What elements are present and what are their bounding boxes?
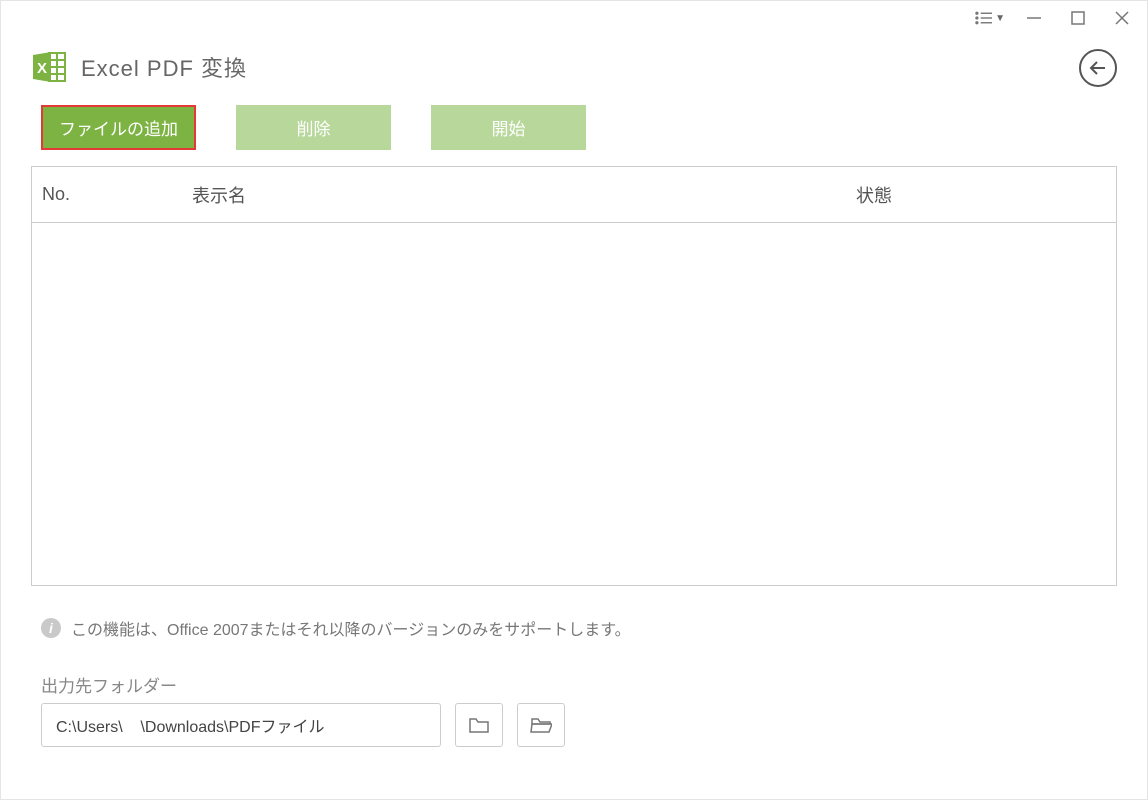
svg-text:X: X [37, 60, 47, 77]
menu-list-icon[interactable]: ▼ [975, 3, 1005, 33]
page-title: Excel PDF 変換 [81, 51, 247, 83]
start-button[interactable]: 開始 [431, 105, 586, 150]
output-folder-label: 出力先フォルダー [41, 672, 1107, 697]
info-text: この機能は、Office 2007またはそれ以降のバージョンのみをサポートします… [71, 616, 631, 640]
add-file-button[interactable]: ファイルの追加 [41, 105, 196, 150]
header: X Excel PDF 変換 [1, 35, 1147, 95]
toolbar: ファイルの追加 削除 開始 [1, 95, 1147, 166]
browse-folder-button[interactable] [455, 703, 503, 747]
titlebar: ▼ [1, 1, 1147, 35]
info-message: i この機能は、Office 2007またはそれ以降のバージョンのみをサポートし… [41, 616, 1107, 640]
col-header-no: No. [32, 184, 192, 205]
output-row [41, 703, 1107, 747]
close-button[interactable] [1107, 3, 1137, 33]
file-table: No. 表示名 状態 [31, 166, 1117, 586]
table-body [32, 223, 1116, 585]
output-path-input[interactable] [41, 703, 441, 747]
info-icon: i [41, 618, 61, 638]
maximize-button[interactable] [1063, 3, 1093, 33]
app-window: ▼ X Excel PDF 変換 ファイルの [0, 0, 1148, 800]
table-header: No. 表示名 状態 [32, 167, 1116, 223]
minimize-button[interactable] [1019, 3, 1049, 33]
col-header-status: 状態 [856, 182, 1116, 208]
col-header-name: 表示名 [192, 182, 856, 208]
back-button[interactable] [1079, 49, 1117, 87]
excel-icon: X [31, 49, 67, 85]
menu-dropdown-caret: ▼ [995, 13, 1005, 24]
delete-button[interactable]: 削除 [236, 105, 391, 150]
open-folder-button[interactable] [517, 703, 565, 747]
